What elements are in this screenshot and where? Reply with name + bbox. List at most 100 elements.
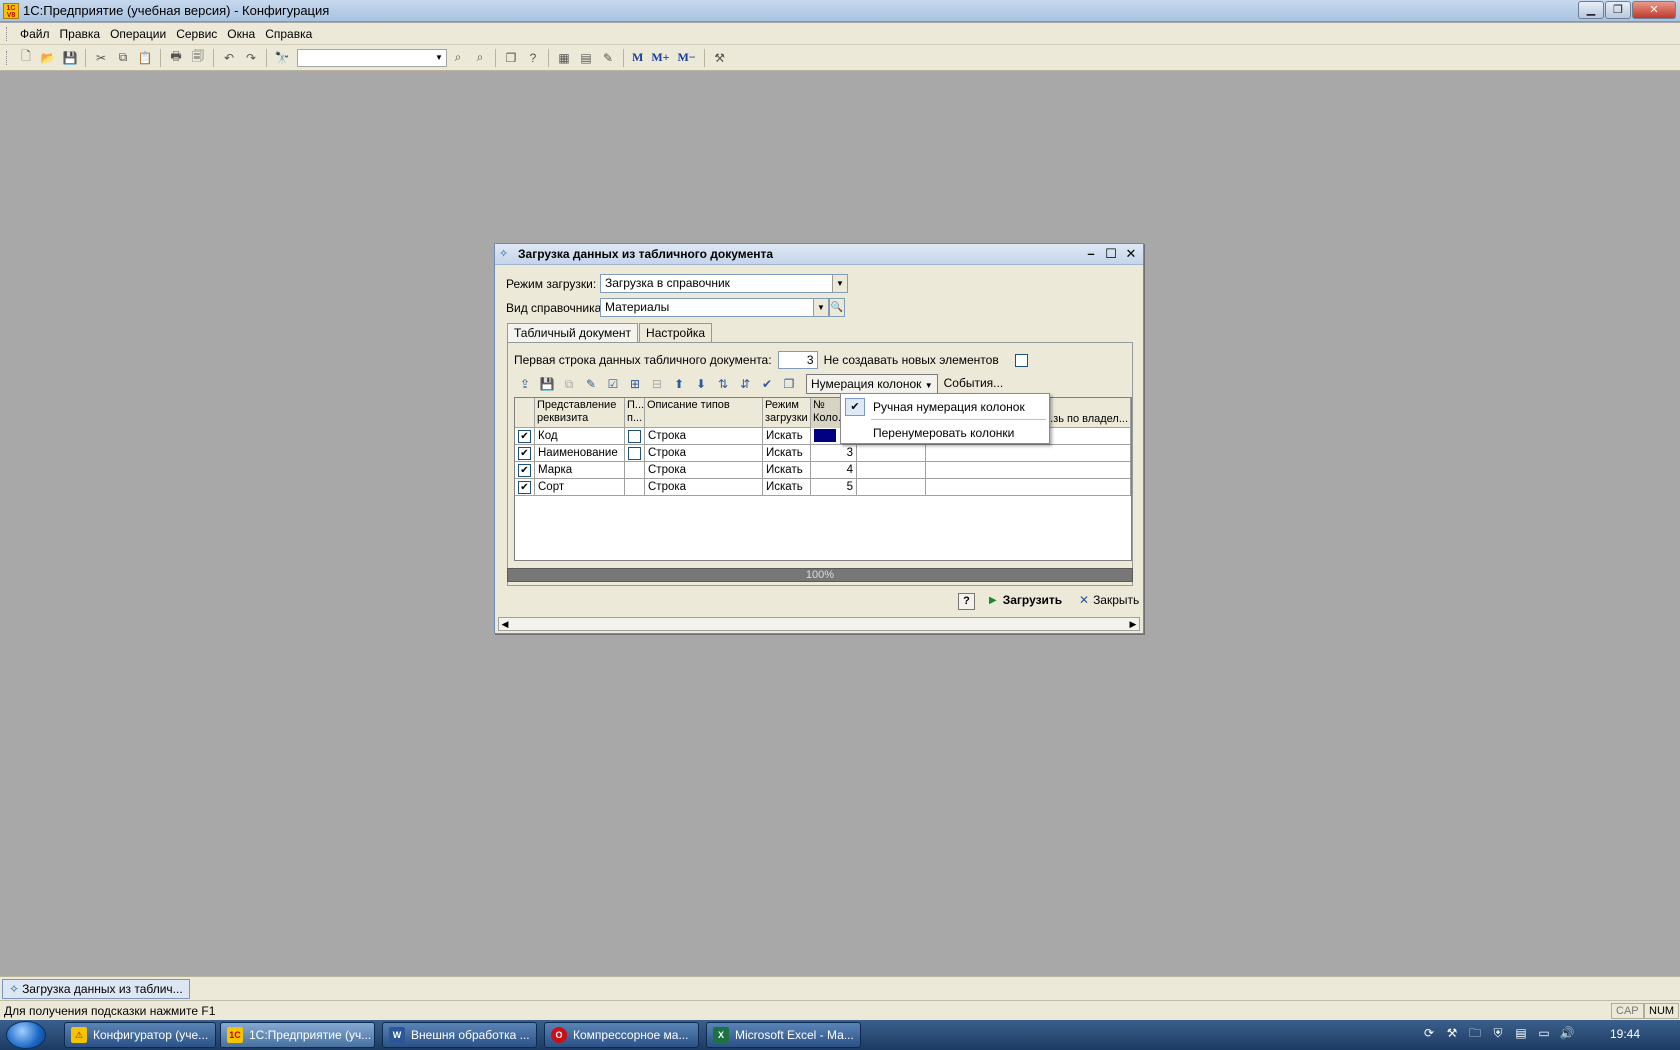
window-icon[interactable]: ❐ [501, 48, 521, 68]
events-button[interactable]: События... [938, 374, 1010, 394]
row-p-cell[interactable] [625, 462, 645, 479]
messages-icon[interactable]: ✎ [598, 48, 618, 68]
load-button[interactable]: ▶ Загрузить [989, 593, 1062, 607]
paste-icon[interactable]: 📋 [135, 48, 155, 68]
menu-help[interactable]: Справка [260, 25, 317, 43]
close-button[interactable]: ✕ Закрыть [1079, 593, 1139, 607]
row-blank[interactable] [857, 445, 926, 462]
menu-operations[interactable]: Операции [105, 25, 171, 43]
row-use-checkbox[interactable]: ✔ [518, 481, 531, 494]
network-icon[interactable]: ⟳ [1420, 1024, 1438, 1042]
clock[interactable]: 19:44 [1610, 1027, 1640, 1041]
open-icon[interactable]: 📂 [38, 48, 58, 68]
taskbar-configurator[interactable]: ⚠ Конфигуратор (уче... [64, 1022, 216, 1048]
row-owner[interactable] [926, 445, 1131, 462]
copy-icon[interactable]: ⧉ [113, 48, 133, 68]
row-name[interactable]: Код [535, 428, 625, 445]
check-icon[interactable]: ☑ [603, 374, 623, 394]
row-mode[interactable]: Искать [763, 428, 811, 445]
row-type[interactable]: Строка [645, 479, 763, 496]
header-load-mode[interactable]: Режим загрузки [763, 398, 811, 428]
row-blank[interactable] [857, 462, 926, 479]
row-use-cell[interactable]: ✔ [515, 428, 535, 445]
header-attribute[interactable]: Представление реквизита [535, 398, 625, 428]
memory-m-button[interactable]: M [629, 48, 646, 68]
add-row-icon[interactable]: ⊞ [625, 374, 645, 394]
sort-asc-icon[interactable]: ⇅ [713, 374, 733, 394]
tab-table-document[interactable]: Табличный документ [507, 323, 639, 342]
row-use-checkbox[interactable]: ✔ [518, 464, 531, 477]
language-flag-icon[interactable]: ▤ [1512, 1024, 1530, 1042]
menu-file[interactable]: Файл [15, 25, 55, 43]
search-combo[interactable]: ▼ [297, 48, 447, 67]
header-p[interactable]: П... п... [625, 398, 645, 428]
chevron-down-icon[interactable]: ▼ [813, 299, 828, 316]
table-row[interactable]: ✔ Сорт Строка Искать 5 [515, 479, 1131, 496]
new-document-icon[interactable]: 🗋 [16, 48, 36, 68]
row-type[interactable]: Строка [645, 462, 763, 479]
menu-edit[interactable]: Правка [55, 25, 106, 43]
row-blank[interactable] [857, 479, 926, 496]
row-p-checkbox[interactable] [628, 447, 641, 460]
tool-icon[interactable]: ⚒ [1443, 1024, 1461, 1042]
tab-settings[interactable]: Настройка [639, 323, 713, 343]
row-num[interactable]: 4 [811, 462, 857, 479]
horizontal-scrollbar[interactable]: ◀ ▶ [498, 617, 1140, 631]
row-type[interactable]: Строка [645, 428, 763, 445]
volume-icon[interactable]: 🔊 [1558, 1024, 1576, 1042]
row-p-cell[interactable] [625, 428, 645, 445]
row-p-cell[interactable] [625, 479, 645, 496]
scroll-left-icon[interactable]: ◀ [499, 618, 511, 630]
menu-item-renumber[interactable]: Перенумеровать колонки [841, 422, 1049, 444]
help-button[interactable]: ? [958, 593, 975, 610]
find-next-icon[interactable]: ⌕ [448, 48, 468, 68]
row-owner[interactable] [926, 479, 1131, 496]
cut-icon[interactable]: ✂ [91, 48, 111, 68]
menu-service[interactable]: Сервис [171, 25, 222, 43]
window-tab-import[interactable]: ✧ Загрузка данных из таблич... [2, 979, 190, 999]
chevron-down-icon[interactable]: ▼ [832, 275, 847, 292]
shield-icon[interactable]: ⛨ [1489, 1024, 1507, 1042]
taskbar-enterprise[interactable]: 1С 1С:Предприятие (уч... [220, 1022, 375, 1048]
preview-icon[interactable]: 🗐 [188, 48, 208, 68]
minimize-button[interactable]: ▁ [1578, 1, 1604, 19]
first-row-input[interactable]: 3 [777, 351, 818, 369]
row-use-checkbox[interactable]: ✔ [518, 430, 531, 443]
undo-icon[interactable]: ↶ [219, 48, 239, 68]
move-down-icon[interactable]: ⬇ [691, 374, 711, 394]
memory-mminus-button[interactable]: M− [675, 48, 699, 68]
move-up-icon[interactable]: ⬆ [669, 374, 689, 394]
restore-button[interactable]: ❐ [1605, 1, 1631, 19]
scroll-right-icon[interactable]: ▶ [1127, 618, 1139, 630]
memory-mplus-button[interactable]: M+ [648, 48, 672, 68]
row-name[interactable]: Наименование [535, 445, 625, 462]
menu-item-manual-numbering[interactable]: ✔ Ручная нумерация колонок [841, 396, 1049, 418]
menu-windows[interactable]: Окна [222, 25, 260, 43]
row-use-cell[interactable]: ✔ [515, 479, 535, 496]
redo-icon[interactable]: ↷ [241, 48, 261, 68]
column-numbering-button[interactable]: Нумерация колонок ▼ [806, 374, 938, 394]
start-button[interactable] [6, 1021, 46, 1049]
calculator-icon[interactable]: ▦ [554, 48, 574, 68]
chevron-down-icon[interactable]: ▼ [432, 50, 446, 66]
kind-select[interactable]: Материалы ▼ [600, 298, 829, 317]
row-num[interactable]: 5 [811, 479, 857, 496]
tools-icon[interactable]: ⚒ [710, 48, 730, 68]
kind-search-button[interactable]: 🔍 [829, 298, 845, 317]
header-types[interactable]: Описание типов [645, 398, 763, 428]
edit-row-icon[interactable]: ✎ [581, 374, 601, 394]
row-use-cell[interactable]: ✔ [515, 445, 535, 462]
sort-desc-icon[interactable]: ⇵ [735, 374, 755, 394]
uncheck-all-icon[interactable]: ❐ [779, 374, 799, 394]
table-row[interactable]: ✔ Марка Строка Искать 4 [515, 462, 1131, 479]
dialog-maximize-button[interactable]: ☐ [1103, 246, 1119, 262]
find-icon[interactable]: 🔭 [272, 48, 292, 68]
check-all-icon[interactable]: ✔ [757, 374, 777, 394]
folder-icon[interactable]: 🗀 [1466, 1024, 1484, 1042]
row-owner[interactable] [926, 462, 1131, 479]
save-icon[interactable]: 💾 [60, 48, 80, 68]
taskbar-excel[interactable]: X Microsoft Excel - Ма... [706, 1022, 861, 1048]
row-mode[interactable]: Искать [763, 462, 811, 479]
row-p-cell[interactable] [625, 445, 645, 462]
load-settings-icon[interactable]: ⇪ [515, 374, 535, 394]
